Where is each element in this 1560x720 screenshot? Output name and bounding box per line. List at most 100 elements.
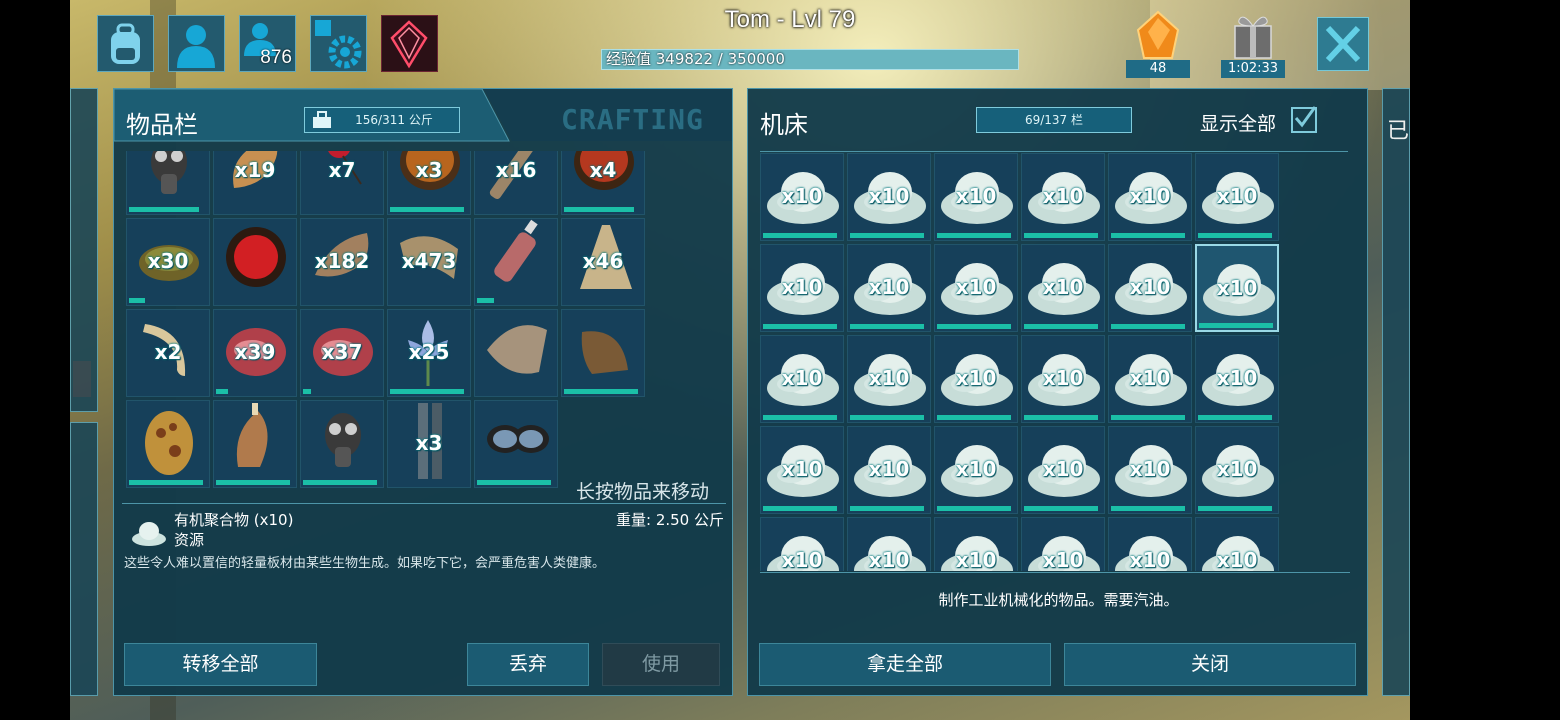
- item-slot[interactable]: [561, 309, 645, 397]
- item-quantity: x10: [781, 457, 823, 481]
- item-slot[interactable]: x10: [1195, 426, 1279, 514]
- item-durability-bar: [477, 480, 551, 485]
- item-slot[interactable]: x10: [1108, 426, 1192, 514]
- fabricator-grid: x10 x10 x10 x10 x10 x10 x10 x10 x10 x10 x10 x10 x10 x…: [760, 153, 1300, 571]
- item-slot[interactable]: x10: [760, 335, 844, 423]
- item-slot[interactable]: x10: [760, 153, 844, 241]
- cooked-meat-icon: [236, 403, 268, 467]
- item-slot[interactable]: x10: [1021, 244, 1105, 332]
- item-quantity: x10: [781, 275, 823, 299]
- item-slot[interactable]: x10: [1108, 335, 1192, 423]
- drop-button[interactable]: 丢弃: [467, 643, 589, 686]
- item-durability-bar: [1198, 415, 1272, 420]
- item-slot[interactable]: x10: [1021, 153, 1105, 241]
- item-durability-bar: [937, 233, 1011, 238]
- item-slot[interactable]: x182: [300, 218, 384, 306]
- item-durability-bar: [937, 415, 1011, 420]
- item-slot[interactable]: x10: [1021, 335, 1105, 423]
- item-quantity: x10: [1042, 275, 1084, 299]
- item-slot[interactable]: x10: [934, 335, 1018, 423]
- item-quantity: x10: [868, 366, 910, 390]
- close-button[interactable]: 关闭: [1064, 643, 1356, 686]
- item-slot[interactable]: [474, 218, 558, 306]
- item-slot[interactable]: x10: [1021, 426, 1105, 514]
- item-slot[interactable]: x10: [760, 244, 844, 332]
- right-side-panel: 已: [1382, 88, 1410, 696]
- item-slot[interactable]: x10: [934, 244, 1018, 332]
- item-durability-bar: [1198, 233, 1272, 238]
- item-slot[interactable]: x10: [847, 517, 931, 571]
- item-slot[interactable]: [126, 151, 210, 215]
- item-quantity: x10: [1042, 184, 1084, 208]
- item-slot[interactable]: x10: [847, 335, 931, 423]
- amber-currency[interactable]: 48: [1126, 10, 1190, 78]
- item-slot[interactable]: x473: [387, 218, 471, 306]
- tribe-tab-button[interactable]: 876: [239, 15, 296, 72]
- item-slot[interactable]: x10: [1195, 153, 1279, 241]
- item-slot[interactable]: x46: [561, 218, 645, 306]
- item-slot[interactable]: x10: [934, 426, 1018, 514]
- item-durability-bar: [303, 480, 377, 485]
- item-slot[interactable]: x10: [847, 244, 931, 332]
- item-slot[interactable]: x10: [760, 426, 844, 514]
- item-slot[interactable]: x10: [847, 153, 931, 241]
- item-slot[interactable]: x19: [213, 151, 297, 215]
- item-slot[interactable]: [213, 218, 297, 306]
- inventory-tab-button[interactable]: [97, 15, 154, 72]
- item-slot[interactable]: [126, 400, 210, 488]
- gas-mask-icon: [151, 151, 187, 194]
- crafting-tab[interactable]: CRAFTING: [561, 103, 704, 136]
- item-slot[interactable]: x10: [1021, 517, 1105, 571]
- item-quantity: x10: [781, 548, 823, 571]
- item-slot[interactable]: x16: [474, 151, 558, 215]
- element-tab-button[interactable]: [381, 15, 438, 72]
- item-slot[interactable]: [213, 400, 297, 488]
- item-slot[interactable]: x7: [300, 151, 384, 215]
- item-slot[interactable]: x10: [1195, 335, 1279, 423]
- item-quantity: x10: [955, 548, 997, 571]
- item-quantity: x10: [1129, 548, 1171, 571]
- item-slot[interactable]: x10: [760, 517, 844, 571]
- take-all-button[interactable]: 拿走全部: [759, 643, 1051, 686]
- item-slot[interactable]: x3: [387, 400, 471, 488]
- item-slot[interactable]: x37: [300, 309, 384, 397]
- item-slot[interactable]: x4: [561, 151, 645, 215]
- item-quantity: x10: [1042, 457, 1084, 481]
- item-quantity: x10: [1216, 548, 1258, 571]
- close-inventory-button[interactable]: [1317, 17, 1369, 71]
- inventory-title: 物品栏: [126, 111, 198, 139]
- item-slot[interactable]: x10: [1108, 517, 1192, 571]
- show-all-checkbox[interactable]: [1291, 106, 1317, 133]
- character-tab-button[interactable]: [168, 15, 225, 72]
- item-slot[interactable]: x25: [387, 309, 471, 397]
- item-durability-bar: [937, 506, 1011, 511]
- item-slot[interactable]: x10: [847, 426, 931, 514]
- item-slot[interactable]: x10: [1108, 244, 1192, 332]
- item-durability-bar: [1024, 324, 1098, 329]
- item-quantity: x16: [495, 158, 537, 182]
- item-slot[interactable]: x3: [387, 151, 471, 215]
- item-slot[interactable]: x10: [1195, 517, 1279, 571]
- item-quantity: x3: [415, 431, 443, 455]
- item-slot[interactable]: x30: [126, 218, 210, 306]
- item-slot[interactable]: [474, 400, 558, 488]
- item-slot[interactable]: [300, 400, 384, 488]
- goggles-icon: [487, 425, 549, 453]
- item-slot[interactable]: x10: [934, 517, 1018, 571]
- item-slot[interactable]: x10: [934, 153, 1018, 241]
- use-button[interactable]: 使用: [602, 643, 720, 686]
- item-quantity: x10: [781, 366, 823, 390]
- item-durability-bar: [1024, 233, 1098, 238]
- transfer-all-button[interactable]: 转移全部: [124, 643, 317, 686]
- item-slot[interactable]: x10: [1108, 153, 1192, 241]
- gift-reward[interactable]: 1:02:33: [1221, 10, 1285, 78]
- item-slot[interactable]: x2: [126, 309, 210, 397]
- item-durability-bar: [763, 506, 837, 511]
- item-durability-bar: [850, 415, 924, 420]
- item-slot[interactable]: x10: [1195, 244, 1279, 332]
- item-durability-bar: [390, 389, 464, 394]
- item-quantity: x10: [1129, 184, 1171, 208]
- item-slot[interactable]: x39: [213, 309, 297, 397]
- settings-tab-button[interactable]: [310, 15, 367, 72]
- item-slot[interactable]: [474, 309, 558, 397]
